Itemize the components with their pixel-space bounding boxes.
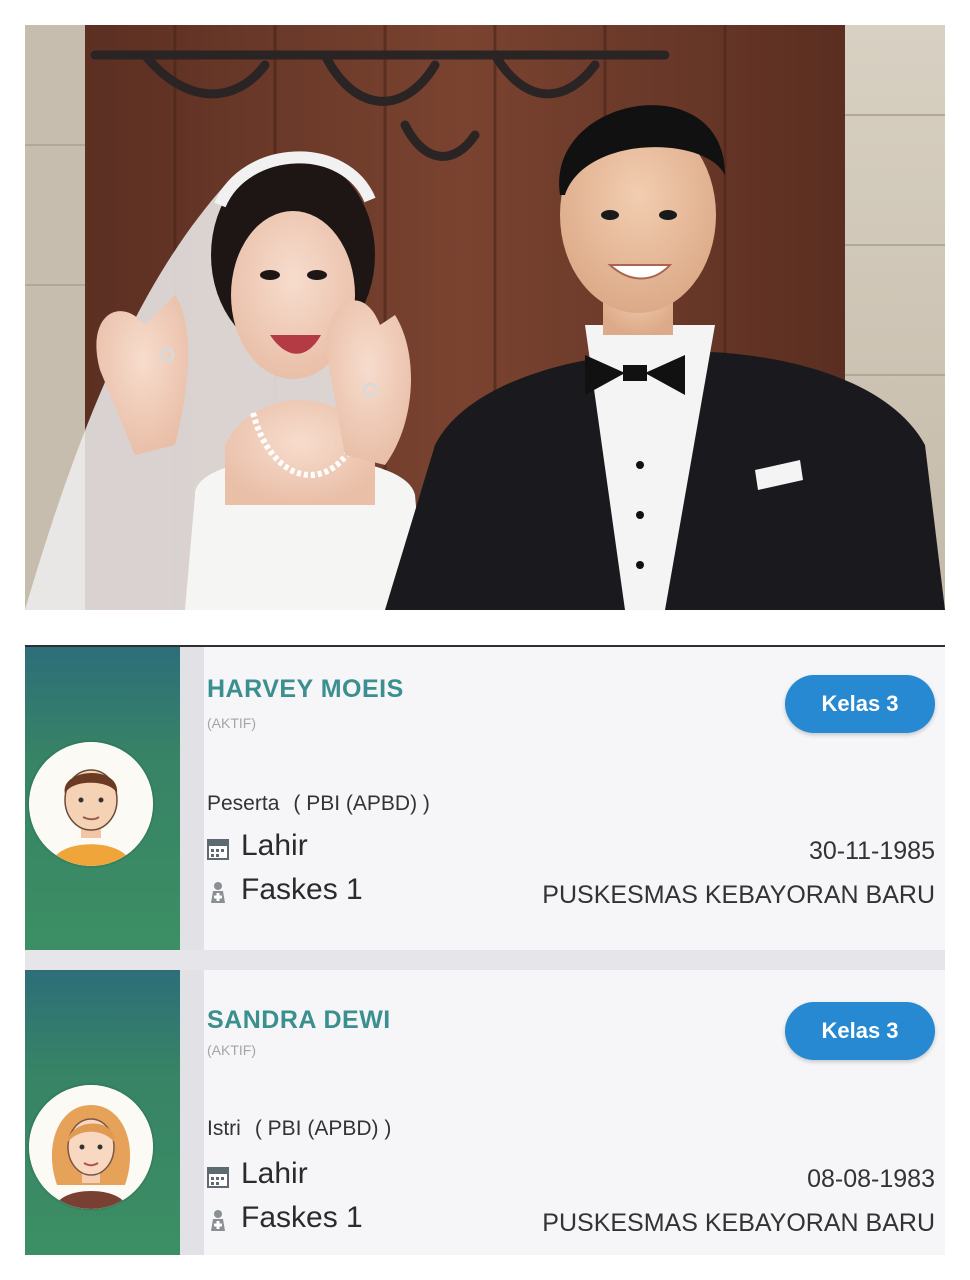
faskes-row-label: Faskes 1 (207, 873, 363, 907)
lahir-value: 08-08-1983 (807, 1165, 935, 1193)
member-side-panel (25, 647, 180, 952)
male-avatar-icon (29, 742, 153, 866)
member-category: ( PBI (APBD) ) (254, 1117, 392, 1140)
faskes-value: PUSKESMAS KEBAYORAN BARU (542, 881, 935, 909)
hospital-icon (207, 1206, 229, 1231)
member-status: (AKTIF) (207, 715, 256, 731)
member-name: SANDRA DEWI (207, 1006, 391, 1034)
member-type: Istri ( PBI (APBD) ) (207, 1117, 391, 1141)
calendar-icon (207, 834, 229, 860)
hospital-icon (207, 878, 229, 903)
lahir-value: 30-11-1985 (808, 837, 935, 865)
member-role: Peserta (207, 792, 280, 815)
member-category: ( PBI (APBD) ) (293, 792, 430, 815)
card-separator (25, 950, 945, 970)
lahir-label: Lahir (241, 1157, 308, 1190)
faskes-label: Faskes 1 (241, 873, 363, 906)
lahir-row-label: Lahir (207, 1157, 308, 1191)
female-avatar-icon (29, 1085, 153, 1209)
member-side-panel (25, 970, 180, 1255)
calendar-icon (207, 1162, 229, 1188)
wedding-photo (25, 25, 945, 610)
member-role: Istri (207, 1117, 241, 1140)
lahir-row-label: Lahir (207, 829, 308, 863)
member-type: Peserta ( PBI (APBD) ) (207, 792, 430, 816)
member-name: HARVEY MOEIS (207, 675, 404, 703)
class-badge[interactable]: Kelas 3 (785, 1002, 935, 1060)
faskes-row-label: Faskes 1 (207, 1201, 363, 1235)
class-badge[interactable]: Kelas 3 (785, 675, 935, 733)
member-divider-strip (180, 647, 204, 952)
member-status: (AKTIF) (207, 1042, 256, 1058)
faskes-value: PUSKESMAS KEBAYORAN BARU (542, 1209, 935, 1237)
member-card-1[interactable]: HARVEY MOEIS (AKTIF) Kelas 3 Peserta ( PB… (25, 645, 945, 952)
member-card-2[interactable]: SANDRA DEWI (AKTIF) Kelas 3 Istri ( PBI (… (25, 970, 945, 1255)
lahir-label: Lahir (241, 829, 308, 862)
member-divider-strip (180, 970, 204, 1255)
faskes-label: Faskes 1 (241, 1201, 363, 1234)
